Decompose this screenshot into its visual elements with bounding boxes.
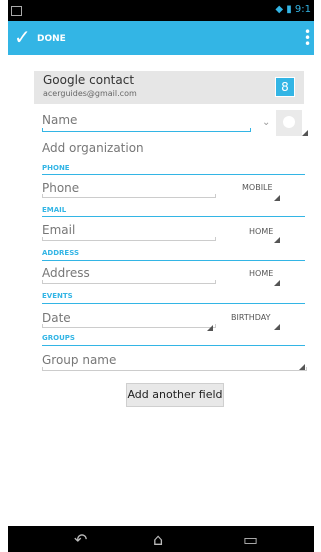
- email-input-underline: [42, 237, 216, 241]
- recent-apps-icon[interactable]: ▭: [243, 530, 258, 549]
- photo-corner-icon: [302, 130, 308, 136]
- check-icon[interactable]: ✓: [14, 27, 31, 47]
- battery-icon: ▮: [286, 4, 292, 15]
- done-button-label[interactable]: DONE: [37, 34, 66, 44]
- phone-type-corner-icon: [274, 195, 280, 201]
- action-bar: ✓ DONE • • •: [8, 21, 314, 55]
- group-input-underline: [42, 367, 307, 371]
- navigation-bar: ↶ ⌂ ▭: [8, 526, 314, 552]
- contact-photo-placeholder[interactable]: [276, 110, 302, 136]
- events-section-title: EVENTS: [42, 292, 73, 300]
- contact-edit-screen: ◆ ▮ 9:1 ✓ DONE • • • Google contact acergu…: [8, 0, 314, 552]
- add-organization-link[interactable]: Add organization: [42, 141, 144, 155]
- device-frame: ◆ ▮ 9:1 ✓ DONE • • • Google contact acergu…: [8, 0, 314, 552]
- email-type-corner-icon: [274, 237, 280, 243]
- phone-section-title: PHONE: [42, 164, 70, 172]
- address-type-selector[interactable]: HOME: [249, 269, 273, 278]
- phone-type-selector[interactable]: MOBILE: [242, 183, 273, 192]
- screenshot-notification-icon: [11, 6, 22, 16]
- event-type-corner-icon: [274, 324, 280, 330]
- name-input[interactable]: Name: [42, 113, 77, 127]
- address-input[interactable]: Address: [42, 266, 90, 280]
- phone-input[interactable]: Phone: [42, 181, 79, 195]
- address-input-underline: [42, 280, 216, 284]
- add-another-field-button[interactable]: Add another field: [126, 383, 224, 407]
- back-icon[interactable]: ↶: [74, 530, 87, 549]
- account-name: Google contact: [43, 73, 135, 87]
- phone-input-underline: [42, 194, 216, 198]
- event-type-selector[interactable]: BIRTHDAY: [231, 313, 270, 322]
- date-corner-icon: [207, 325, 213, 331]
- status-time: 9:1: [294, 4, 311, 15]
- phone-section-divider: [42, 174, 305, 175]
- address-section-divider: [42, 260, 305, 261]
- wifi-icon: ◆: [275, 4, 284, 15]
- group-name-input[interactable]: Group name: [42, 353, 116, 367]
- email-input[interactable]: Email: [42, 223, 75, 237]
- chevron-down-icon[interactable]: ⌄: [262, 117, 270, 128]
- status-indicators: ◆ ▮ 9:1: [275, 4, 311, 15]
- email-section-divider: [42, 216, 305, 217]
- event-date-input[interactable]: Date: [42, 311, 71, 325]
- overflow-menu-icon[interactable]: • • •: [304, 26, 311, 50]
- email-section-title: EMAIL: [42, 206, 67, 214]
- google-account-icon: 8: [275, 77, 295, 97]
- address-section-title: ADDRESS: [42, 249, 79, 257]
- email-type-selector[interactable]: HOME: [249, 227, 273, 236]
- account-email: acerguides@gmail.com: [43, 89, 137, 98]
- account-header: Google contact acerguides@gmail.com 8: [34, 71, 304, 104]
- status-bar: ◆ ▮ 9:1: [8, 0, 314, 21]
- events-section-divider: [42, 303, 305, 304]
- groups-section-divider: [42, 345, 305, 346]
- group-corner-icon: [299, 364, 305, 370]
- date-input-underline: [42, 324, 216, 328]
- home-icon[interactable]: ⌂: [153, 530, 163, 549]
- address-type-corner-icon: [274, 280, 280, 286]
- groups-section-title: GROUPS: [42, 334, 75, 342]
- name-input-underline: [42, 128, 251, 132]
